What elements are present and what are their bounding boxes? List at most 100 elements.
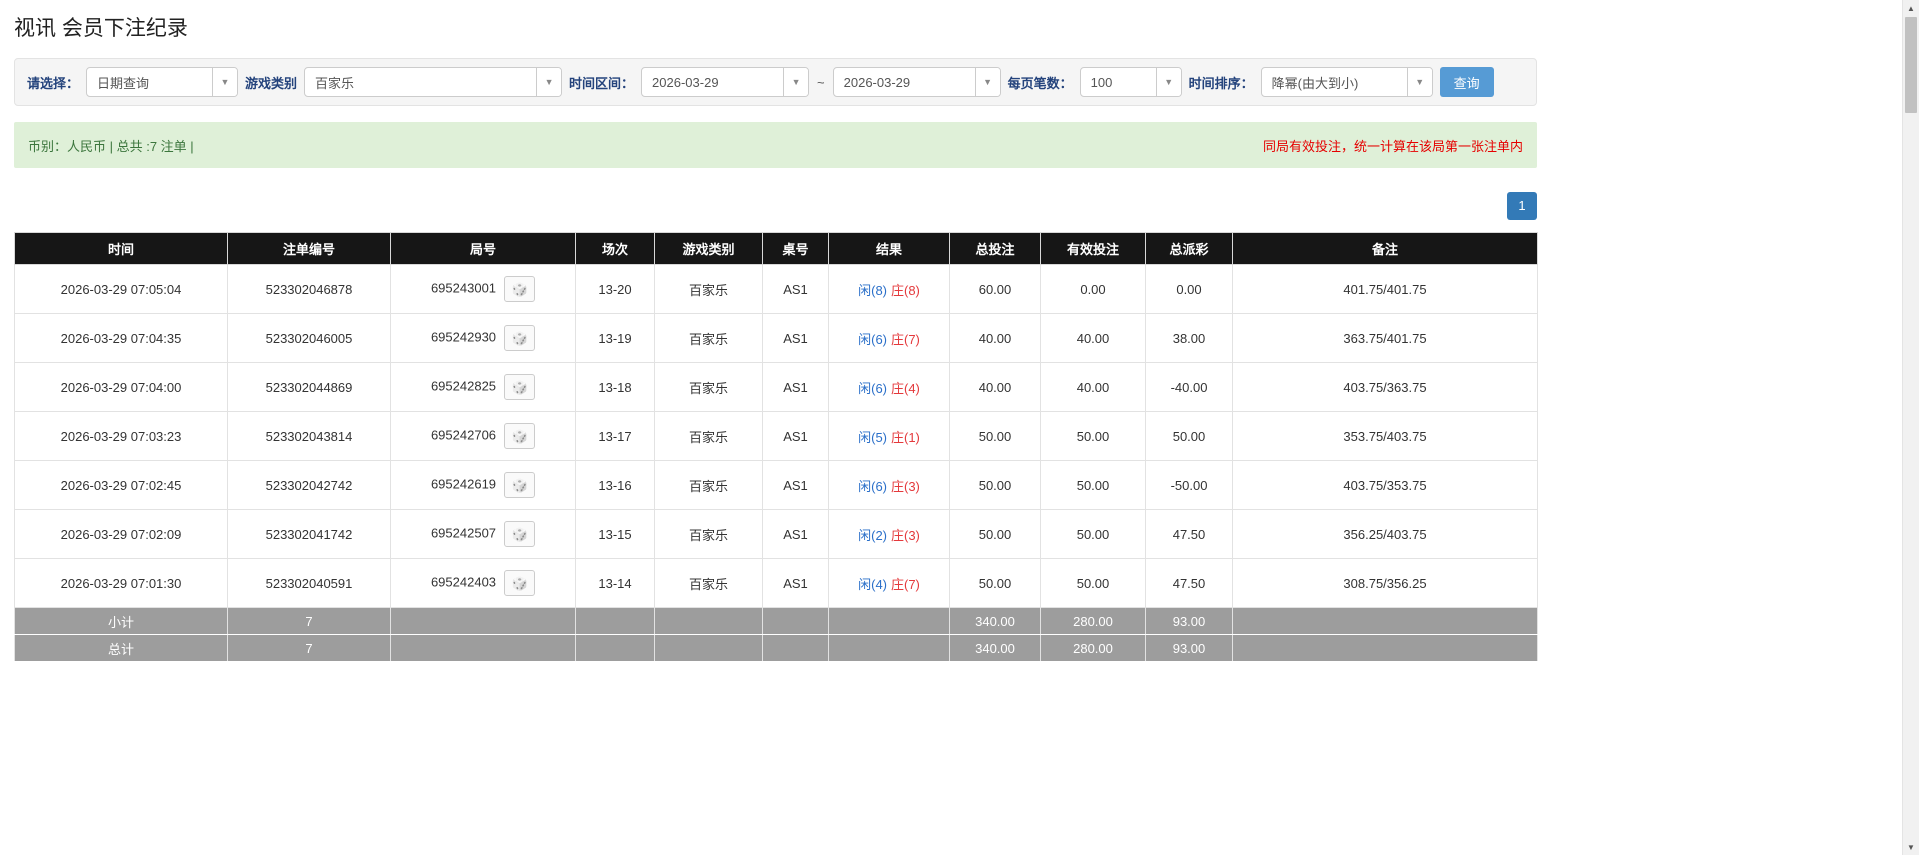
cell-game-type: 百家乐 bbox=[654, 460, 763, 510]
cell-game-type: 百家乐 bbox=[654, 509, 763, 559]
cell-total-bet: 60.00 bbox=[949, 264, 1041, 314]
subtotal-payout: 93.00 bbox=[1145, 607, 1233, 635]
cell-note: 308.75/356.25 bbox=[1232, 558, 1538, 608]
cell-valid-bet: 50.00 bbox=[1040, 411, 1146, 461]
round-number: 695243001 bbox=[430, 280, 497, 296]
header-bet-id: 注单编号 bbox=[227, 232, 391, 265]
date-from-select[interactable]: 2026-03-29 ▼ bbox=[641, 67, 810, 97]
player-result: 闲(6) bbox=[858, 478, 887, 494]
player-result: 闲(6) bbox=[858, 380, 887, 396]
dice-icon: 🎲 bbox=[511, 575, 528, 591]
round-number: 695242825 bbox=[430, 378, 497, 394]
round-detail-button[interactable]: 🎲 bbox=[504, 521, 536, 547]
cell-time: 2026-03-29 07:01:30 bbox=[14, 558, 228, 608]
chevron-down-icon[interactable]: ▼ bbox=[212, 68, 238, 96]
subtotal-label: 小计 bbox=[14, 607, 228, 635]
chevron-down-icon[interactable]: ▼ bbox=[536, 68, 562, 96]
table-row: 2026-03-29 07:02:09 523302041742 6952425… bbox=[14, 509, 1538, 559]
vertical-scrollbar[interactable]: ▲ ▼ bbox=[1902, 0, 1919, 855]
query-type-select[interactable]: 日期查询 ▼ bbox=[86, 67, 239, 97]
cell-total-bet: 40.00 bbox=[949, 362, 1041, 412]
cell-total-bet: 50.00 bbox=[949, 460, 1041, 510]
round-number: 695242619 bbox=[430, 476, 497, 492]
cell-valid-bet: 50.00 bbox=[1040, 558, 1146, 608]
chevron-down-icon[interactable]: ▼ bbox=[1155, 68, 1181, 96]
scroll-down-icon[interactable]: ▼ bbox=[1903, 839, 1919, 855]
subtotal-valid-bet: 280.00 bbox=[1040, 607, 1146, 635]
table-row: 2026-03-29 07:04:00 523302044869 6952428… bbox=[14, 362, 1538, 412]
cell-table-no: AS1 bbox=[762, 509, 829, 559]
cell-time: 2026-03-29 07:04:35 bbox=[14, 313, 228, 363]
header-note: 备注 bbox=[1232, 232, 1538, 265]
cell-payout: 47.50 bbox=[1145, 558, 1233, 608]
total-total-bet: 340.00 bbox=[949, 634, 1041, 662]
cell-round: 695242507 🎲 bbox=[390, 509, 576, 559]
cell-note: 363.75/401.75 bbox=[1232, 313, 1538, 363]
subtotal-count: 7 bbox=[227, 607, 391, 635]
cell-note: 403.75/363.75 bbox=[1232, 362, 1538, 412]
cell-result: 闲(4) 庄(7) bbox=[828, 558, 950, 608]
dice-icon: 🎲 bbox=[511, 428, 528, 444]
cell-session: 13-14 bbox=[575, 558, 655, 608]
cell-game-type: 百家乐 bbox=[654, 362, 763, 412]
scrollbar-thumb[interactable] bbox=[1905, 17, 1917, 113]
page-button-1[interactable]: 1 bbox=[1507, 192, 1537, 220]
round-detail-button[interactable]: 🎲 bbox=[504, 570, 536, 596]
date-to-select[interactable]: 2026-03-29 ▼ bbox=[832, 67, 1001, 97]
table-row: 2026-03-29 07:02:45 523302042742 6952426… bbox=[14, 460, 1538, 510]
cell-bet-id: 523302044869 bbox=[227, 362, 391, 412]
chevron-down-icon[interactable]: ▼ bbox=[1406, 68, 1432, 96]
cell-round: 695242619 🎲 bbox=[390, 460, 576, 510]
table-body: 2026-03-29 07:05:04 523302046878 6952430… bbox=[14, 264, 1538, 608]
cell-result: 闲(6) 庄(4) bbox=[828, 362, 950, 412]
search-button[interactable]: 查询 bbox=[1439, 67, 1494, 97]
cell-payout: -50.00 bbox=[1145, 460, 1233, 510]
date-from-value: 2026-03-29 bbox=[652, 74, 719, 90]
cell-table-no: AS1 bbox=[762, 558, 829, 608]
chevron-down-icon[interactable]: ▼ bbox=[783, 68, 809, 96]
game-type-label: 游戏类别 bbox=[245, 75, 298, 91]
total-label: 总计 bbox=[14, 634, 228, 662]
player-result: 闲(8) bbox=[858, 282, 887, 298]
cell-round: 695242825 🎲 bbox=[390, 362, 576, 412]
cell-round: 695242930 🎲 bbox=[390, 313, 576, 363]
date-to-value: 2026-03-29 bbox=[843, 74, 911, 90]
round-detail-button[interactable]: 🎲 bbox=[504, 423, 536, 449]
dice-icon: 🎲 bbox=[511, 330, 528, 346]
round-detail-button[interactable]: 🎲 bbox=[504, 325, 536, 351]
game-type-select[interactable]: 百家乐 ▼ bbox=[304, 67, 563, 97]
banker-result: 庄(7) bbox=[891, 576, 920, 592]
subtotal-row: 小计 7 340.00 280.00 93.00 bbox=[14, 607, 1538, 635]
scroll-up-icon[interactable]: ▲ bbox=[1903, 0, 1919, 16]
table-row: 2026-03-29 07:04:35 523302046005 6952429… bbox=[14, 313, 1538, 363]
round-number: 695242930 bbox=[430, 329, 497, 345]
page-size-select[interactable]: 100 ▼ bbox=[1079, 67, 1182, 97]
table-row: 2026-03-29 07:05:04 523302046878 6952430… bbox=[14, 264, 1538, 314]
round-detail-button[interactable]: 🎲 bbox=[504, 374, 536, 400]
player-result: 闲(5) bbox=[858, 429, 887, 445]
cell-time: 2026-03-29 07:02:09 bbox=[14, 509, 228, 559]
player-result: 闲(6) bbox=[858, 331, 887, 347]
header-valid-bet: 有效投注 bbox=[1040, 232, 1146, 265]
cell-session: 13-15 bbox=[575, 509, 655, 559]
page-title: 视讯 会员下注纪录 bbox=[14, 17, 188, 40]
page-size-value: 100 bbox=[1090, 74, 1113, 90]
total-row: 总计 7 340.00 280.00 93.00 bbox=[14, 634, 1538, 662]
banker-result: 庄(3) bbox=[891, 478, 920, 494]
round-detail-button[interactable]: 🎲 bbox=[504, 276, 536, 302]
round-detail-button[interactable]: 🎲 bbox=[504, 472, 536, 498]
chevron-down-icon[interactable]: ▼ bbox=[974, 68, 1000, 96]
dice-icon: 🎲 bbox=[511, 379, 528, 395]
cell-round: 695242403 🎲 bbox=[390, 558, 576, 608]
player-result: 闲(4) bbox=[858, 576, 887, 592]
cell-valid-bet: 40.00 bbox=[1040, 362, 1146, 412]
sort-select[interactable]: 降幂(由大到小) ▼ bbox=[1260, 67, 1433, 97]
table-row: 2026-03-29 07:03:23 523302043814 6952427… bbox=[14, 411, 1538, 461]
filter-bar: 请选择： 日期查询 ▼ 游戏类别 百家乐 ▼ 时间区间： 2026-03-29 … bbox=[14, 58, 1537, 106]
game-type-value: 百家乐 bbox=[315, 75, 355, 91]
cell-payout: -40.00 bbox=[1145, 362, 1233, 412]
cell-game-type: 百家乐 bbox=[654, 558, 763, 608]
header-table-no: 桌号 bbox=[762, 232, 829, 265]
total-count: 7 bbox=[227, 634, 391, 662]
cell-session: 13-18 bbox=[575, 362, 655, 412]
